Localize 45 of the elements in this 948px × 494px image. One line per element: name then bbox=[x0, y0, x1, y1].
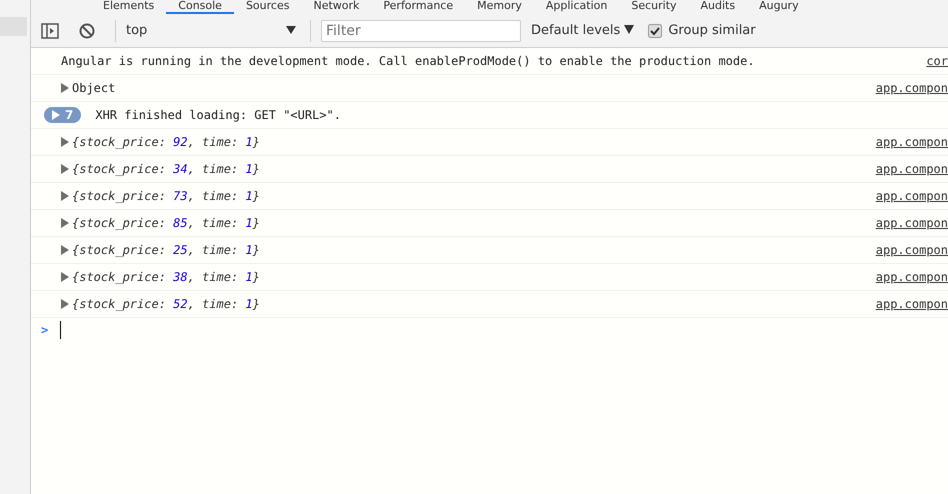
expand-triangle-icon[interactable] bbox=[61, 299, 69, 309]
expand-triangle-icon[interactable] bbox=[61, 191, 69, 201]
object-preview[interactable]: {stock_price: 25, time: 1} bbox=[72, 243, 260, 257]
source-link[interactable]: app.compon bbox=[876, 243, 948, 257]
source-link[interactable]: app.compon bbox=[876, 189, 948, 203]
panel-tab[interactable]: Elements bbox=[91, 0, 166, 14]
source-link[interactable]: app.compon bbox=[876, 270, 948, 284]
source-link[interactable]: app.compon bbox=[876, 162, 948, 176]
source-link[interactable]: app.compon bbox=[876, 297, 948, 311]
object-preview[interactable]: {stock_price: 92, time: 1} bbox=[72, 135, 260, 149]
expand-triangle-icon[interactable] bbox=[61, 272, 69, 282]
expand-triangle-icon[interactable] bbox=[61, 137, 69, 147]
log-message: Angular is running in the development mode. Call enableProdMode() to enable the production mode. bbox=[61, 54, 755, 68]
panel-tab[interactable]: Augury bbox=[747, 0, 811, 14]
source-link[interactable]: app.compon bbox=[876, 81, 948, 95]
panel-tab[interactable]: Performance bbox=[371, 0, 466, 14]
panel-tab[interactable]: Security bbox=[619, 0, 689, 14]
object-preview[interactable]: {stock_price: 38, time: 1} bbox=[72, 270, 260, 284]
expand-triangle-icon[interactable] bbox=[61, 164, 69, 174]
log-message[interactable]: Object bbox=[72, 81, 116, 95]
log-message: XHR finished loading: GET "<URL>". bbox=[95, 108, 341, 122]
clear-console-icon[interactable] bbox=[79, 22, 95, 38]
object-preview[interactable]: {stock_price: 52, time: 1} bbox=[72, 297, 260, 311]
panel-tab[interactable]: Network bbox=[301, 0, 372, 14]
object-preview[interactable]: {stock_price: 73, time: 1} bbox=[72, 189, 260, 203]
levels-dropdown[interactable]: Default levels bbox=[531, 23, 634, 38]
group-similar-checkbox[interactable] bbox=[648, 24, 662, 38]
panel-tab[interactable]: Application bbox=[534, 0, 620, 14]
expand-triangle-icon[interactable] bbox=[61, 245, 69, 255]
expand-triangle-icon[interactable] bbox=[61, 218, 69, 228]
source-link[interactable]: app.compon bbox=[876, 216, 948, 230]
expand-triangle-icon[interactable] bbox=[61, 83, 69, 93]
object-preview[interactable]: {stock_price: 34, time: 1} bbox=[72, 162, 260, 176]
checkbox-label: Group similar bbox=[668, 23, 756, 38]
text-cursor bbox=[60, 321, 62, 339]
context-dropdown[interactable]: top bbox=[126, 23, 300, 38]
object-preview[interactable]: {stock_price: 85, time: 1} bbox=[72, 216, 260, 230]
source-link[interactable]: app.compon bbox=[876, 135, 948, 149]
source-link[interactable]: cor bbox=[926, 54, 948, 68]
filter-field[interactable]: Filter bbox=[321, 20, 521, 42]
panel-tab[interactable]: Sources bbox=[234, 0, 302, 14]
prompt-chevron: > bbox=[41, 323, 48, 337]
panel-tab[interactable]: Audits bbox=[688, 0, 748, 14]
panel-tab[interactable]: Memory bbox=[465, 0, 534, 14]
sidebar-toggle-icon[interactable] bbox=[41, 22, 59, 38]
